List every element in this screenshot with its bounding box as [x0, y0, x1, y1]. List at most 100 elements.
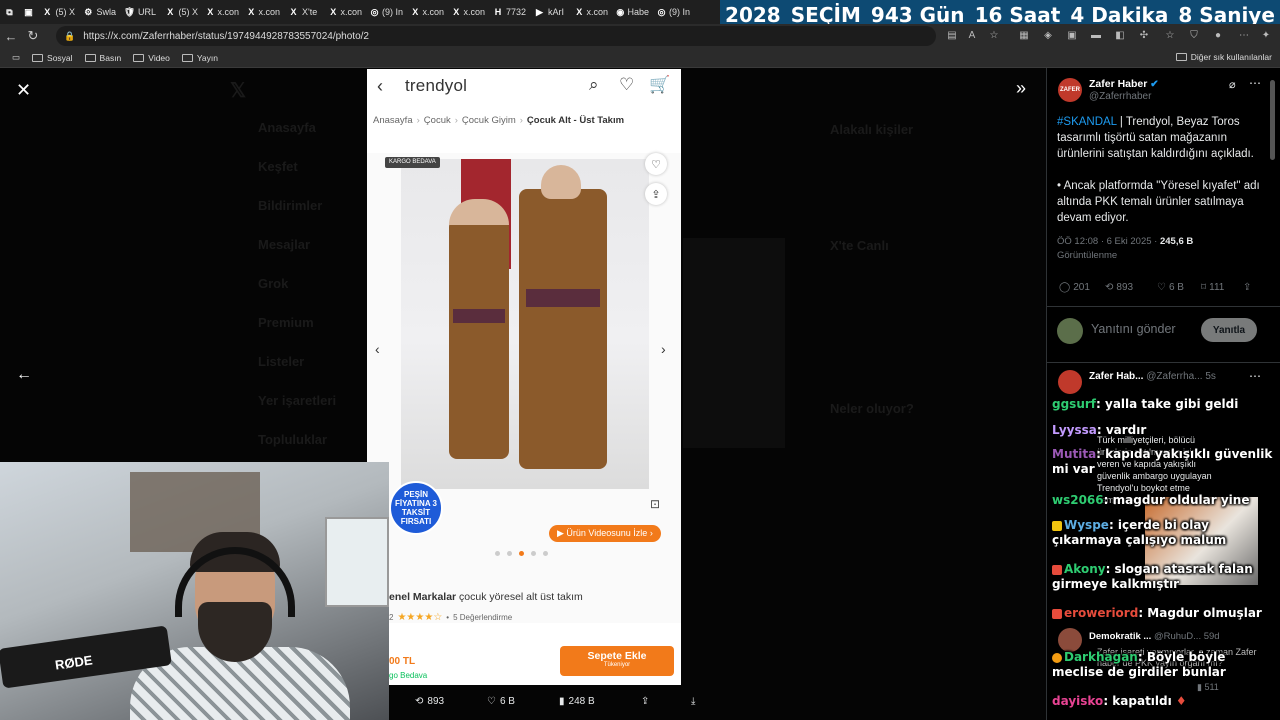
reply-input[interactable]: Yanıtını gönder — [1091, 322, 1176, 336]
scrollbar[interactable] — [1270, 80, 1275, 160]
browser-tab[interactable]: ◎ (9) In — [366, 0, 407, 24]
tab-label: X'te — [302, 7, 318, 17]
avatar[interactable] — [1058, 370, 1082, 394]
copilot-icon[interactable]: ✦ — [1260, 29, 1272, 41]
reply-handle: @Zaferrha... — [1146, 371, 1203, 382]
tweet-handle[interactable]: @Zaferrhaber — [1089, 91, 1151, 102]
breadcrumb-item: Çocuk — [423, 115, 451, 126]
browser-tab[interactable]: X X'te — [284, 0, 325, 24]
chat-badge-icon — [1052, 608, 1062, 619]
profile-avatar[interactable]: ● — [1212, 29, 1224, 41]
browser-tab[interactable]: Xx.con — [325, 0, 366, 24]
avatar[interactable]: ZAFER — [1058, 78, 1082, 102]
retweet-button[interactable]: ⟲ 893 — [1105, 282, 1133, 293]
url-input[interactable]: 🔒 https://x.com/Zaferrhaber/status/19749… — [56, 26, 936, 46]
browser-tab[interactable]: 🛡 URL — [120, 0, 161, 24]
extension-icon[interactable]: ▬ — [1090, 29, 1102, 41]
tab-favicon-icon: X — [412, 7, 419, 17]
more-menu-icon[interactable]: ⋯ — [1238, 29, 1250, 41]
chat-message: Lyyssa: vardır — [1052, 423, 1147, 437]
bookmark-folder[interactable]: Basın — [84, 53, 121, 63]
like-button[interactable]: ♡ 6 B — [1157, 282, 1184, 293]
retweet-button[interactable]: ⟲ 893 — [415, 696, 444, 707]
verified-badge-icon: ✔ — [1150, 79, 1159, 90]
reply-button[interactable]: ◯ 201 — [1059, 282, 1090, 293]
chat-badge-icon — [1052, 520, 1062, 531]
extensions-puzzle-icon[interactable]: ✣ — [1138, 29, 1150, 41]
favorite-star-icon[interactable]: ☆ — [988, 29, 1000, 41]
avatar — [1057, 318, 1083, 344]
browser-tab[interactable]: ⚙ Swla — [79, 0, 120, 24]
share-icon: ⇪ — [641, 695, 650, 707]
tweet-text: #SKANDAL | Trendyol, Beyaz Toros tasarım… — [1057, 114, 1273, 226]
read-aloud-icon[interactable]: A — [966, 29, 978, 41]
tab-actions-icon[interactable]: ⧉ — [0, 0, 19, 24]
browser-tab[interactable]: ◎ (9) In — [653, 0, 694, 24]
nav-item: Yer işaretleri — [258, 393, 337, 408]
carousel-dots — [495, 551, 548, 556]
chat-message: ws2066: magdur oldular yine — [1052, 493, 1250, 507]
bookmark-button[interactable]: ⌑ 111 — [1201, 282, 1224, 293]
reader-icon[interactable]: ▤ — [946, 29, 958, 41]
other-favorites[interactable]: Diğer sık kullanılanlar — [1175, 52, 1272, 62]
back-arrow-icon[interactable]: ← — [0, 25, 22, 47]
bookmark-count: 111 — [1209, 282, 1225, 293]
browser-tab[interactable]: Xx.con — [448, 0, 489, 24]
tab-label: URL — [138, 7, 157, 17]
browser-tab[interactable]: Xx.con — [571, 0, 612, 24]
previous-photo-arrow-icon[interactable]: ← — [16, 366, 32, 384]
browser-tab[interactable]: Xx.con — [202, 0, 243, 24]
chat-username: eroweriord — [1064, 606, 1139, 620]
bookmark-folder[interactable]: Sosyal — [32, 53, 73, 63]
tweet-author[interactable]: Zafer Haber ✔ — [1089, 78, 1159, 90]
more-options-icon[interactable]: ⋯ — [1249, 76, 1261, 90]
reply-author[interactable]: Zafer Hab... @Zaferrha... 5s — [1089, 371, 1216, 382]
tab-favicon-icon: X — [167, 7, 174, 17]
browser-tab[interactable]: Xx.con — [407, 0, 448, 24]
close-icon[interactable]: ✕ — [16, 80, 31, 101]
extension-icon[interactable]: ▣ — [1066, 29, 1078, 41]
share-button[interactable]: ⇪ — [641, 696, 649, 707]
bookmark-folder[interactable]: Video — [133, 53, 170, 63]
heart-icon: ♡ — [1157, 282, 1166, 293]
tweet-time[interactable]: ÖÖ 12:08 · 6 Eki 2025 · — [1057, 236, 1160, 247]
like-button[interactable]: ♡ 6 B — [487, 696, 515, 707]
reply-submit-button[interactable]: Yanıtla — [1201, 318, 1257, 342]
reply-author[interactable]: Demokratik ... @RuhuD... 59d — [1089, 631, 1220, 642]
avatar[interactable] — [1058, 628, 1082, 652]
tab-favicon-icon: H — [494, 7, 502, 17]
back-chevron-icon: ‹ — [377, 75, 383, 96]
nav-item: Topluluklar — [258, 432, 328, 447]
favorites-icon[interactable]: ☆ — [1164, 29, 1176, 41]
browser-tab[interactable]: X (5) X — [161, 0, 202, 24]
background-door — [325, 517, 389, 607]
reload-icon[interactable]: ↻ — [22, 25, 44, 47]
shield-icon[interactable]: ⛉ — [1188, 29, 1200, 41]
views-button[interactable]: ▮ 248 B — [559, 696, 595, 707]
extension-icon[interactable]: ◧ — [1114, 29, 1126, 41]
hashtag-link[interactable]: #SKANDAL — [1057, 116, 1117, 128]
extension-icon[interactable]: ▦ — [1018, 29, 1030, 41]
extension-icon[interactable]: ◈ — [1042, 29, 1054, 41]
browser-tab[interactable]: ▶ kArI — [530, 0, 571, 24]
browser-tab[interactable]: X (5) X — [38, 0, 79, 24]
favorite-heart-icon: ♡ — [645, 153, 667, 175]
expand-panel-icon[interactable]: » — [1016, 78, 1026, 99]
browser-tab[interactable]: Xx.con — [243, 0, 284, 24]
download-button[interactable]: ⤓ — [691, 696, 695, 707]
tab-favicon-icon: X — [330, 7, 337, 17]
tab-list-icon[interactable]: ▣ — [19, 0, 38, 24]
more-options-icon[interactable]: ⋯ — [1249, 369, 1261, 383]
chart-icon: ▮ — [559, 695, 565, 707]
tab-label: (9) In — [668, 7, 690, 17]
browser-tab[interactable]: ◉ Habe — [612, 0, 653, 24]
chat-message: eroweriord: Magdur olmuşlar — [1052, 606, 1280, 621]
bookmarks-toggle[interactable]: ▭ — [12, 52, 20, 63]
grok-icon[interactable]: ⌀ — [1229, 78, 1236, 91]
chat-message: Darkhagan: Böyle böyle meclise de girdil… — [1052, 650, 1226, 679]
like-count: 6 B — [1168, 282, 1184, 293]
folder-icon — [1175, 53, 1187, 61]
bookmark-folder[interactable]: Yayın — [181, 53, 218, 63]
browser-tab[interactable]: H 7732 — [489, 0, 530, 24]
share-button[interactable]: ⇪ — [1243, 282, 1251, 293]
